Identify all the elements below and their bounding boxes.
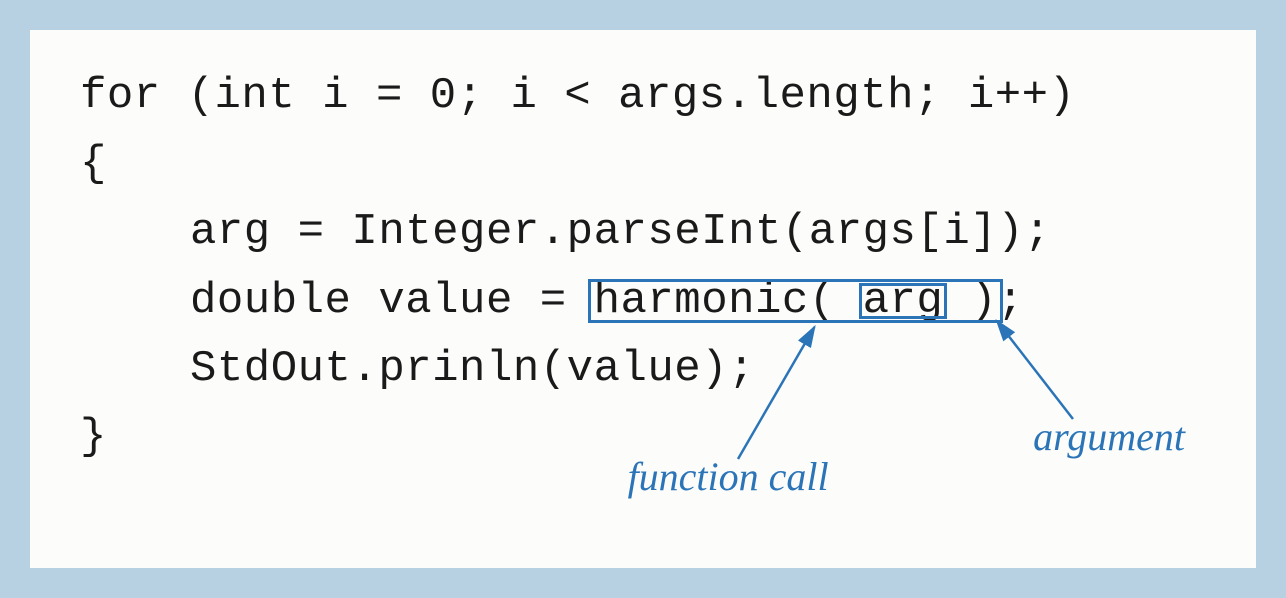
code-line-3: arg = Integer.parseInt(args[i]); [80, 198, 1206, 266]
line4-semicolon: ; [997, 276, 1024, 326]
code-panel: for (int i = 0; i < args.length; i++) { … [30, 30, 1256, 568]
code-line-1: for (int i = 0; i < args.length; i++) [80, 62, 1206, 130]
function-arg: arg [863, 276, 944, 326]
line4-prefix: double value = [190, 276, 594, 326]
code-line-2: { [80, 130, 1206, 198]
arg-space-before [836, 276, 863, 326]
arg-space-after [943, 276, 970, 326]
argument-label: argument [1033, 413, 1185, 460]
function-call-label: function call [628, 453, 829, 500]
frame-border: for (int i = 0; i < args.length; i++) { … [0, 0, 1286, 598]
code-line-4: double value = harmonic( arg ); [80, 267, 1206, 335]
function-call-close: ) [970, 276, 997, 326]
function-call-open: harmonic( [594, 276, 836, 326]
code-line-5: StdOut.prinln(value); [80, 335, 1206, 403]
